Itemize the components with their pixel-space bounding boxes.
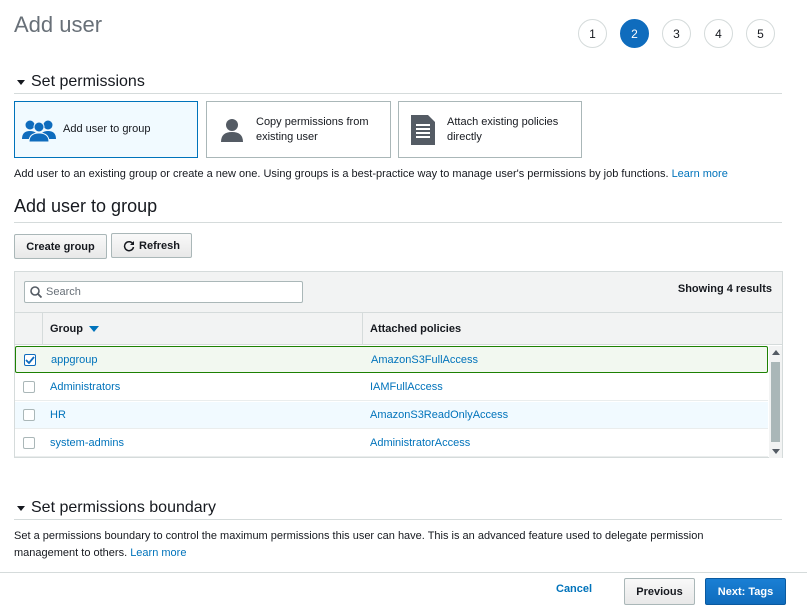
sort-desc-icon [89,325,99,332]
scroll-thumb[interactable] [771,362,780,442]
cancel-button[interactable]: Cancel [556,583,592,595]
refresh-button[interactable]: Refresh [111,233,192,258]
column-divider [42,313,43,344]
wizard-footer: Cancel Previous Next: Tags [0,572,807,607]
wizard-steps: 1 2 3 4 5 [578,19,788,48]
row-checkbox[interactable] [23,409,35,421]
option-label: Copy permissions from existing user [256,115,369,143]
table-row[interactable]: system-admins AdministratorAccess [15,430,768,457]
groups-table: Showing 4 results Group Attached policie… [14,271,783,458]
group-name-link[interactable]: appgroup [51,354,98,366]
group-name-link[interactable]: HR [50,409,66,421]
permissions-boundary-title: Set permissions boundary [31,499,216,516]
search-input[interactable] [42,286,282,298]
policy-link[interactable]: AdministratorAccess [370,437,470,449]
step-3[interactable]: 3 [662,19,691,48]
boundary-description: Set a permissions boundary to control th… [14,530,704,559]
table-header: Group Attached policies [15,313,782,345]
search-box[interactable] [24,281,303,303]
learn-more-link[interactable]: Learn more [130,547,186,559]
learn-more-link[interactable]: Learn more [672,168,728,180]
table-row[interactable]: appgroup AmazonS3FullAccess [15,346,768,373]
results-count: Showing 4 results [677,283,772,295]
permissions-description: Add user to an existing group or create … [14,168,728,180]
table-rows: appgroup AmazonS3FullAccess Administrato… [15,346,768,458]
set-permissions-title: Set permissions [31,73,145,90]
option-label: Add user to group [63,123,151,135]
table-toolbar: Showing 4 results [15,272,782,313]
scroll-down-icon[interactable] [772,449,780,454]
table-row[interactable]: HR AmazonS3ReadOnlyAccess [15,402,768,429]
option-label: Attach existing policies directly [447,115,559,143]
column-header-group[interactable]: Group [50,313,99,344]
add-user-to-group-title: Add user to group [14,196,782,223]
group-name-link[interactable]: system-admins [50,437,124,449]
create-group-button[interactable]: Create group [14,234,107,259]
row-checkbox[interactable] [24,354,36,366]
step-1[interactable]: 1 [578,19,607,48]
set-permissions-header[interactable]: Set permissions [14,71,782,94]
refresh-icon [123,240,135,251]
step-4[interactable]: 4 [704,19,733,48]
search-icon [30,286,42,298]
column-divider [362,313,363,344]
scroll-up-icon[interactable] [772,350,780,355]
group-icon [15,118,63,142]
table-scrollbar[interactable] [769,346,782,458]
policy-link[interactable]: IAMFullAccess [370,381,443,393]
caret-down-icon [17,79,25,85]
group-name-link[interactable]: Administrators [50,381,120,393]
option-copy-permissions[interactable]: Copy permissions from existing user [206,101,391,158]
column-header-policies[interactable]: Attached policies [370,313,461,344]
document-icon [399,114,447,145]
user-icon [207,118,256,142]
refresh-label: Refresh [139,239,180,252]
policy-link[interactable]: AmazonS3ReadOnlyAccess [370,409,508,421]
step-5[interactable]: 5 [746,19,775,48]
next-tags-button[interactable]: Next: Tags [705,578,786,605]
policy-link[interactable]: AmazonS3FullAccess [371,354,478,366]
row-checkbox[interactable] [23,381,35,393]
page-title: Add user [14,12,103,37]
table-row[interactable]: Administrators IAMFullAccess [15,374,768,401]
row-checkbox[interactable] [23,437,35,449]
previous-button[interactable]: Previous [624,578,695,605]
permissions-boundary-header[interactable]: Set permissions boundary [14,497,782,520]
option-attach-policies[interactable]: Attach existing policies directly [398,101,582,158]
option-add-user-to-group[interactable]: Add user to group [14,101,198,158]
caret-down-icon [17,505,25,511]
checkmark-icon [25,356,35,364]
step-2-active[interactable]: 2 [620,19,649,48]
